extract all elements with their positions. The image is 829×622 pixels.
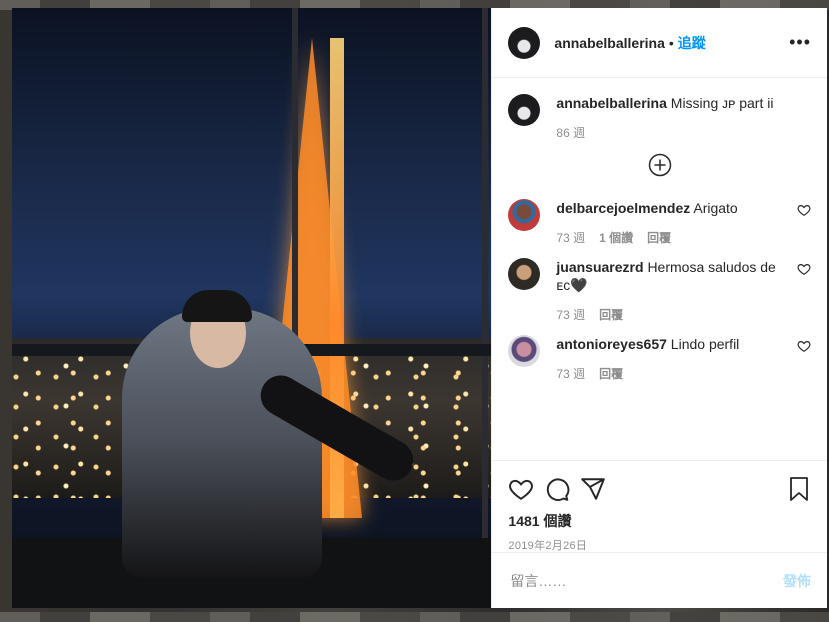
post-photo[interactable] [12,8,492,608]
comment-text: Arigato [693,200,738,216]
comment-bubble-icon[interactable] [544,476,570,502]
comment-username[interactable]: delbarcejoelmendez [556,200,690,216]
comment-username[interactable]: juansuarezrd [556,259,643,275]
photo-person-hat [182,290,252,322]
commenter-avatar[interactable] [508,335,541,367]
header-separator-dot: • [668,34,674,51]
comment-composer: 發佈 [492,552,827,608]
comment-likes[interactable]: 1 個讚 [599,229,633,246]
post-modal: annabelballerina • 追蹤 ••• annabelballeri… [12,8,827,608]
follow-button[interactable]: 追蹤 [678,33,706,53]
caption-row: annabelballerina Missing ᴊᴘ part ii 86 週 [508,94,811,141]
comment-row: antonioreyes657 Lindo perfil 73 週 回覆 [508,335,811,382]
post-header: annabelballerina • 追蹤 ••• [492,8,827,78]
like-comment-heart-icon[interactable] [797,203,811,217]
comment-time[interactable]: 73 週 [556,229,585,246]
load-more-comments[interactable] [508,153,811,177]
reply-button[interactable]: 回覆 [647,229,671,246]
reply-button[interactable]: 回覆 [599,306,623,323]
comment-row: juansuarezrd Hermosa saludos de ᴇᴄ🖤 73 週… [508,258,811,323]
post-actions: 1481 個讚 2019年2月26日 [492,460,827,552]
likes-count[interactable]: 1481 個讚 [508,511,811,531]
like-comment-heart-icon[interactable] [797,262,811,276]
comments-list[interactable]: annabelballerina Missing ᴊᴘ part ii 86 週 [492,78,827,460]
caption-avatar[interactable] [508,94,541,126]
commenter-avatar[interactable] [508,199,541,231]
comment-time[interactable]: 73 週 [556,365,585,382]
caption-text: Missing ᴊᴘ part ii [670,95,774,111]
more-options-button[interactable]: ••• [789,32,811,53]
comment-time[interactable]: 73 週 [556,306,585,323]
reply-button[interactable]: 回覆 [599,365,623,382]
photo-window-frame [482,8,488,608]
author-avatar[interactable] [508,26,541,59]
comment-row: delbarcejoelmendez Arigato 73 週 1 個讚 回覆 [508,199,811,246]
comment-text: Lindo perfil [670,336,740,352]
like-comment-heart-icon[interactable] [797,339,811,353]
comment-username[interactable]: antonioreyes657 [556,336,667,352]
caption-time[interactable]: 86 週 [556,124,585,141]
author-username[interactable]: annabelballerina [554,35,664,51]
commenter-avatar[interactable] [508,258,541,290]
post-comment-button[interactable]: 發佈 [783,571,811,591]
caption-username[interactable]: annabelballerina [556,95,666,111]
plus-circle-icon[interactable] [648,153,672,177]
post-date[interactable]: 2019年2月26日 [508,537,811,553]
like-heart-icon[interactable] [508,476,534,502]
comment-input[interactable] [508,571,783,590]
share-send-icon[interactable] [580,476,606,502]
save-bookmark-icon[interactable] [787,476,811,502]
post-side-panel: annabelballerina • 追蹤 ••• annabelballeri… [491,8,827,608]
